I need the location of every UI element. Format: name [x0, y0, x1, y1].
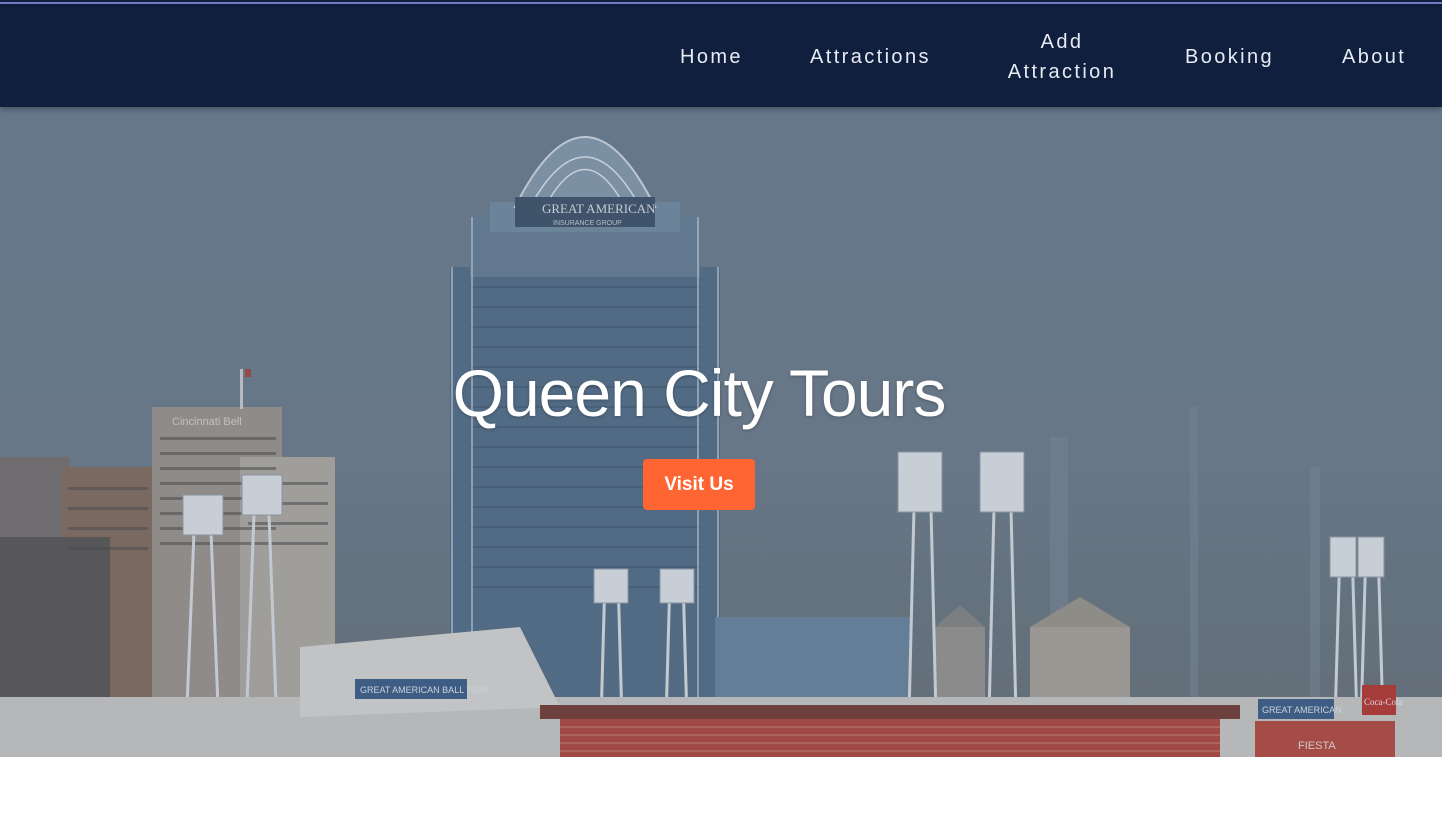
hero-tint-overlay [0, 107, 1442, 757]
nav-attractions[interactable]: Attractions [810, 42, 931, 72]
hero-section: Cincinnati Bell GREAT AMERICAN INSURANCE… [0, 107, 1442, 757]
visit-us-button[interactable]: Visit Us [643, 459, 755, 510]
main-navbar: Home Attractions Add Attraction Booking … [0, 7, 1442, 107]
hero-title: Queen City Tours [452, 356, 947, 430]
nav-booking[interactable]: Booking [1185, 42, 1274, 72]
nav-about[interactable]: About [1342, 42, 1406, 72]
nav-home[interactable]: Home [680, 42, 743, 72]
nav-add-attraction[interactable]: Add Attraction [998, 27, 1126, 87]
top-accent-rule [0, 0, 1442, 7]
